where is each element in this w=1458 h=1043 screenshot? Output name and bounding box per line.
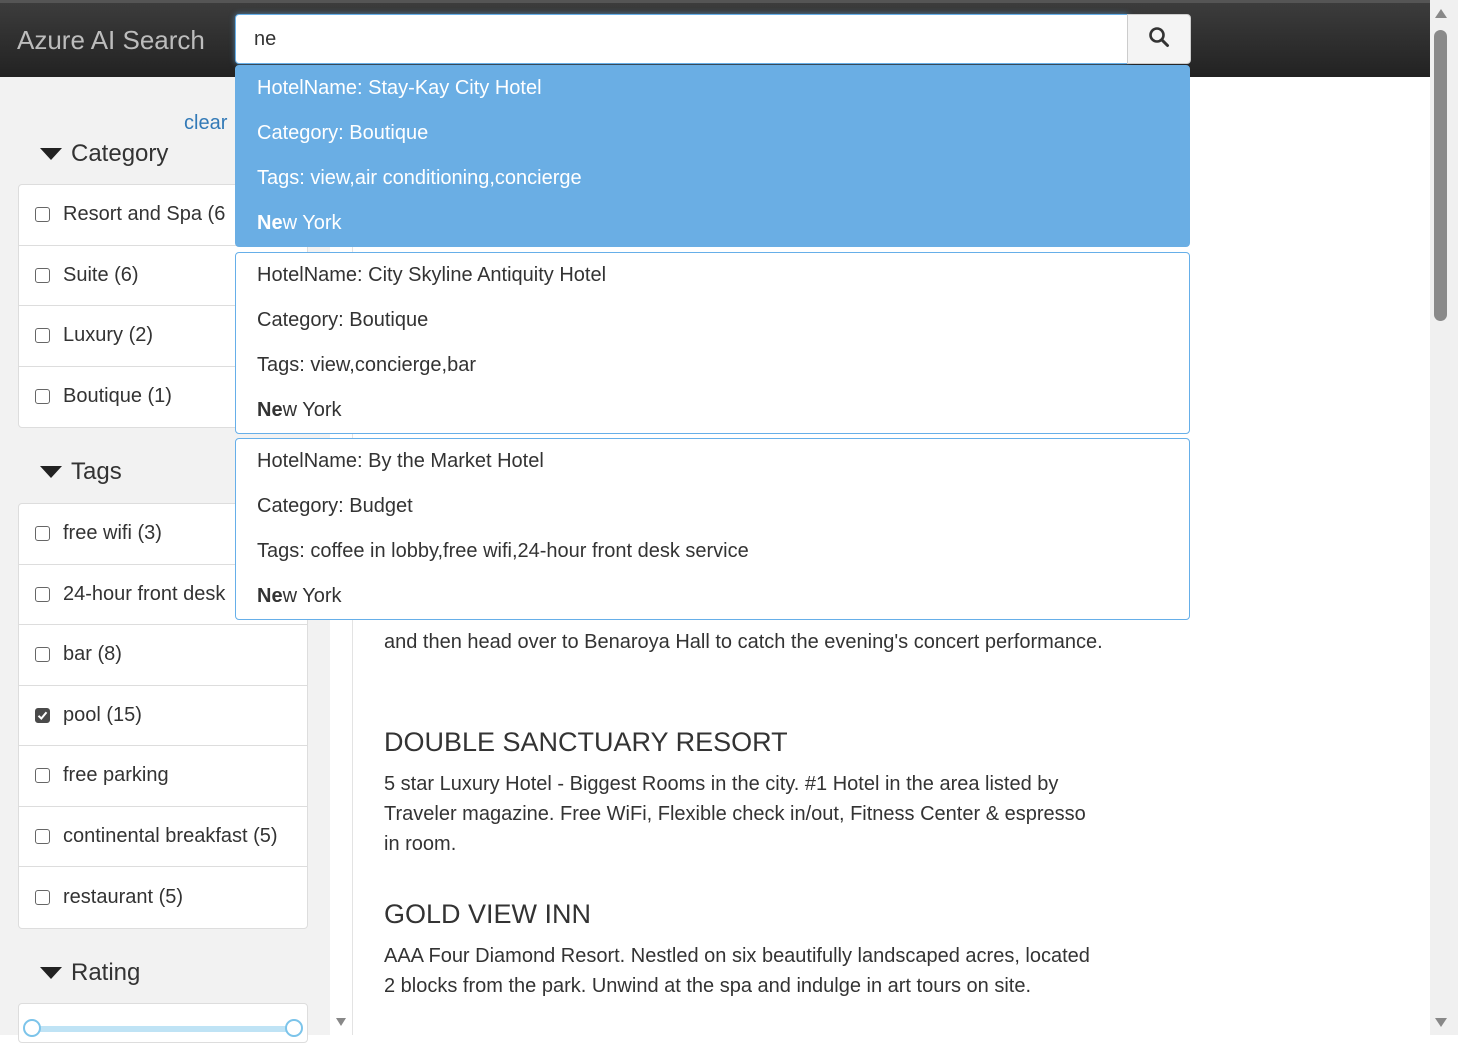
rating-slider-max-handle[interactable] [285, 1019, 303, 1037]
scroll-down-arrow-icon[interactable] [336, 1018, 346, 1026]
suggestion-category: Category: Budget [257, 495, 413, 517]
result-description: AAA Four Diamond Resort. Nestled on six … [384, 945, 1090, 997]
match-highlight: Ne [257, 585, 283, 607]
checkbox[interactable] [35, 389, 50, 405]
checkbox[interactable] [35, 647, 50, 663]
suggestion-category: Category: Boutique [257, 122, 429, 144]
search-icon [1148, 26, 1170, 53]
checkbox[interactable] [35, 768, 50, 784]
rating-slider-track[interactable] [32, 1026, 294, 1032]
facet-title-rating[interactable]: Rating [40, 959, 140, 987]
scroll-down-arrow-icon[interactable] [1435, 1018, 1447, 1027]
search-button[interactable] [1127, 14, 1191, 64]
suggestion-tags: Tags: coffee in lobby,free wifi,24-hour … [257, 540, 749, 562]
checkbox[interactable] [35, 586, 50, 602]
facet-item[interactable]: pool (15) [19, 686, 307, 746]
result-description: 5 star Luxury Hotel - Biggest Rooms in t… [384, 773, 1086, 855]
suggestion-tags: Tags: view,concierge,bar [257, 354, 477, 376]
brand-title[interactable]: Azure AI Search [17, 25, 205, 56]
suggestion-item[interactable]: HotelName: By the Market Hotel Category:… [235, 438, 1190, 620]
checkbox[interactable] [35, 828, 50, 844]
collapse-triangle-icon [40, 967, 62, 979]
facet-item[interactable]: free parking [19, 746, 307, 807]
suggestion-city: New York [257, 585, 342, 607]
suggestion-item[interactable]: HotelName: City Skyline Antiquity Hotel … [235, 252, 1190, 434]
checkbox[interactable] [35, 207, 50, 223]
facet-item[interactable]: continental breakfast (5) [19, 807, 307, 867]
suggestion-tags: Tags: view,air conditioning,concierge [257, 167, 582, 189]
result-title[interactable]: GOLD VIEW INN [384, 899, 591, 930]
result-title[interactable]: DOUBLE SANCTUARY RESORT [384, 727, 788, 758]
checkbox[interactable] [35, 889, 50, 905]
suggestion-category: Category: Boutique [257, 309, 429, 331]
suggestion-item-active[interactable]: HotelName: Stay-Kay City Hotel Category:… [235, 65, 1190, 247]
facet-title-tags[interactable]: Tags [40, 458, 122, 486]
suggestion-city: New York [257, 212, 342, 234]
suggestion-hotel-name: HotelName: City Skyline Antiquity Hotel [257, 264, 607, 286]
scrollbar-thumb[interactable] [1434, 30, 1447, 321]
check-icon [37, 711, 48, 720]
match-highlight: Ne [257, 212, 283, 234]
facet-item[interactable]: bar (8) [19, 625, 307, 686]
clear-filters-link[interactable]: clear [184, 112, 227, 135]
checkbox-checked[interactable] [35, 707, 50, 723]
suggestion-hotel-name: HotelName: By the Market Hotel [257, 450, 544, 472]
suggestion-hotel-name: HotelName: Stay-Kay City Hotel [257, 77, 542, 99]
checkbox[interactable] [35, 526, 50, 542]
match-highlight: Ne [257, 399, 283, 421]
facet-item[interactable]: restaurant (5) [19, 867, 307, 928]
scroll-up-arrow-icon[interactable] [1435, 9, 1447, 18]
result-description: and then head over to Benaroya Hall to c… [384, 631, 1103, 653]
facet-title-category[interactable]: Category [40, 140, 168, 168]
rating-facet-box [18, 1003, 308, 1043]
rating-slider-min-handle[interactable] [23, 1019, 41, 1037]
collapse-triangle-icon [40, 148, 62, 160]
collapse-triangle-icon [40, 466, 62, 478]
suggestion-city: New York [257, 399, 342, 421]
checkbox[interactable] [35, 328, 50, 344]
checkbox[interactable] [35, 267, 50, 283]
search-input[interactable] [235, 14, 1128, 64]
